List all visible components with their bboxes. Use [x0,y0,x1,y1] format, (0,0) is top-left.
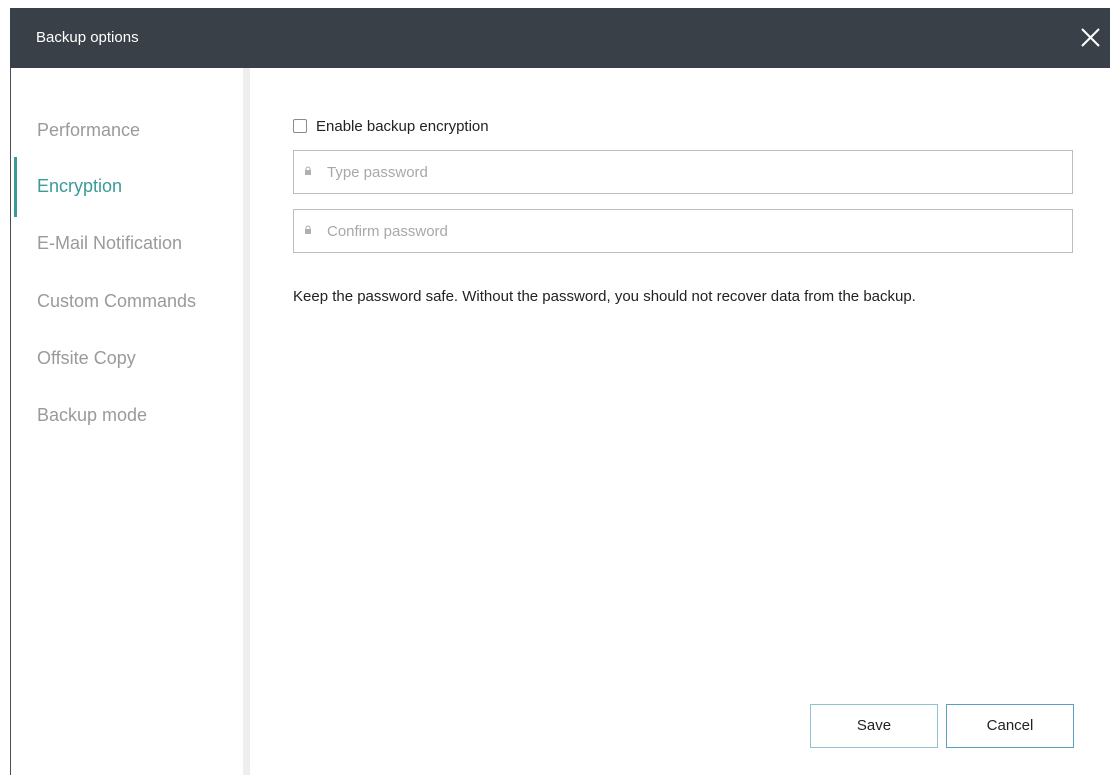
close-icon [1081,28,1100,47]
save-button[interactable]: Save [810,704,938,748]
enable-encryption-label: Enable backup encryption [316,117,489,135]
confirm-password-field[interactable] [293,209,1073,253]
sidebar-item-label: Encryption [37,176,123,196]
sidebar-item-custom-commands[interactable]: Custom Commands [11,281,243,321]
sidebar-item-label: Backup mode [37,405,148,425]
sidebar-item-label: Performance [37,120,141,140]
password-input[interactable] [327,151,1057,193]
sidebar-divider [243,68,250,775]
sidebar-item-email-notification[interactable]: E-Mail Notification [11,223,243,263]
sidebar-item-encryption[interactable]: Encryption [11,157,243,217]
dialog-title: Backup options [36,29,139,46]
backup-options-dialog: Backup options Performance Encryption E-… [0,0,1110,775]
cancel-button[interactable]: Cancel [946,704,1074,748]
sidebar: Performance Encryption E-Mail Notificati… [11,68,243,775]
enable-encryption-checkbox[interactable] [293,119,307,133]
password-field[interactable] [293,150,1073,194]
close-button[interactable] [1070,18,1110,58]
enable-encryption-row[interactable]: Enable backup encryption [293,116,489,136]
confirm-password-input[interactable] [327,210,1057,252]
active-indicator [14,157,17,217]
password-hint: Keep the password safe. Without the pass… [293,288,916,305]
sidebar-item-performance[interactable]: Performance [11,110,243,150]
sidebar-item-backup-mode[interactable]: Backup mode [11,395,243,435]
sidebar-item-label: Offsite Copy [37,348,136,368]
lock-icon [305,166,311,175]
title-bar: Backup options [10,8,1110,68]
sidebar-item-label: Custom Commands [37,291,197,311]
encryption-panel: Enable backup encryption Keep the passwo… [250,68,1110,775]
lock-icon [305,225,311,234]
sidebar-item-label: E-Mail Notification [37,233,183,253]
sidebar-item-offsite-copy[interactable]: Offsite Copy [11,338,243,378]
